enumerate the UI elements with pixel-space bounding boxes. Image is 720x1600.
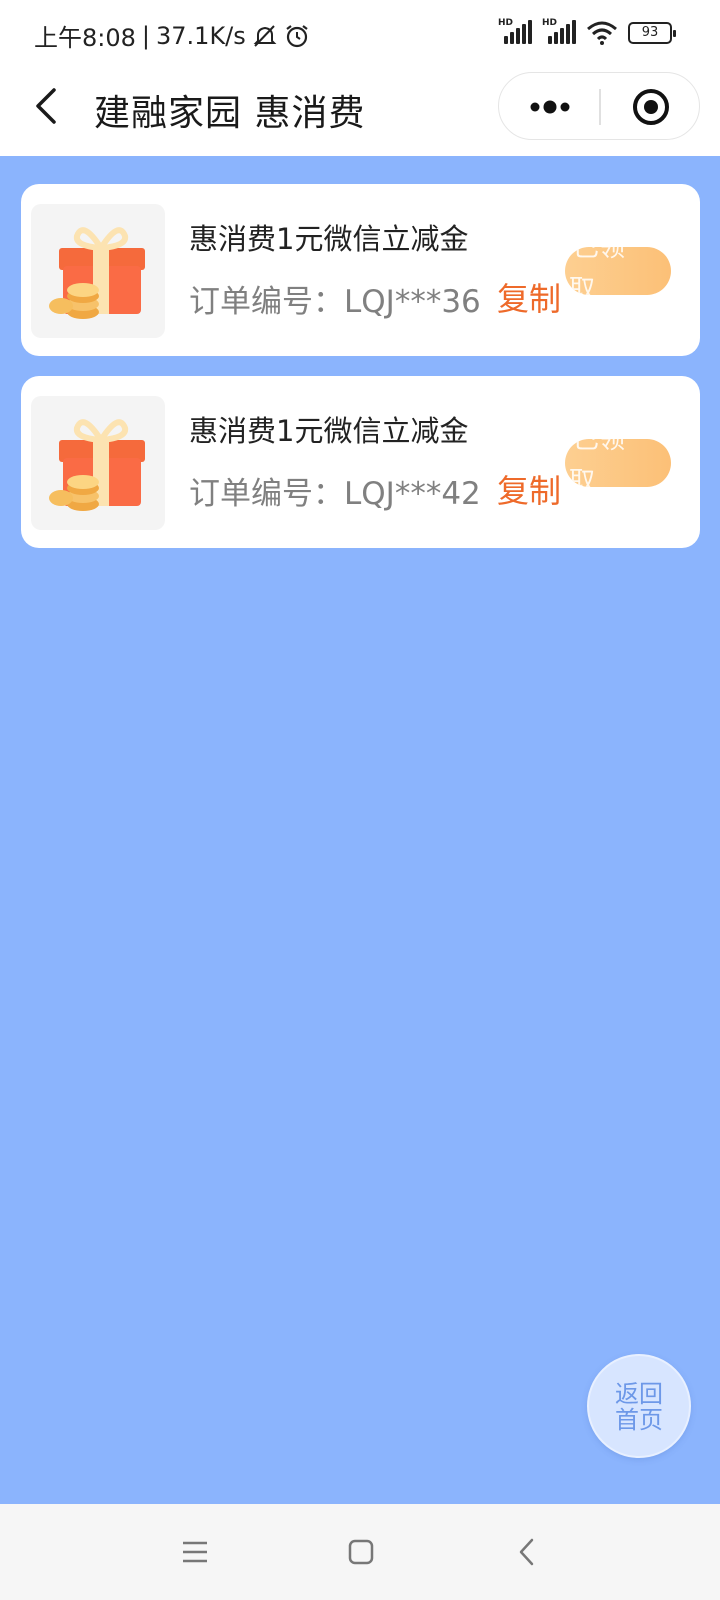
status-time: 上午8:08 (34, 24, 136, 52)
claim-text-top: 已领 (573, 247, 626, 263)
order-number-line: 订单编号：LQJ***42 (189, 468, 481, 513)
order-card[interactable]: 惠消费1元微信立减金 订单编号：LQJ***36 复制 已领 取 (21, 184, 700, 356)
main-content: 惠消费1元微信立减金 订单编号：LQJ***36 复制 已领 取 惠消费1元微信… (0, 156, 720, 1504)
capsule-divider (599, 89, 601, 125)
status-net-speed: 37.1K/s (156, 21, 246, 50)
home-button-line1: 返回 (615, 1380, 663, 1408)
order-label: 订单编号： (189, 476, 344, 512)
nav-bar: 建融家园 惠消费 (0, 70, 720, 156)
order-label: 订单编号： (189, 284, 344, 320)
battery-icon: 93 (628, 22, 676, 44)
home-square-icon[interactable] (348, 1539, 374, 1565)
status-separator: | (141, 21, 150, 50)
back-arrow-icon[interactable] (30, 84, 70, 128)
system-nav-bar (0, 1504, 720, 1600)
gift-icon (49, 227, 145, 319)
copy-button[interactable]: 复制 (497, 466, 561, 512)
status-left: 上午8:08 | 37.1K/s (34, 18, 310, 53)
claim-text-top: 已领 (573, 439, 626, 455)
claim-text-bottom: 取 (569, 275, 596, 295)
back-nav-icon[interactable] (518, 1538, 536, 1566)
home-button-line2: 首页 (615, 1406, 663, 1434)
wifi-icon (587, 21, 617, 45)
back-to-home-button[interactable]: 返回 首页 (587, 1354, 691, 1458)
gift-thumbnail (31, 204, 165, 338)
order-number-line: 订单编号：LQJ***36 (189, 276, 481, 321)
alarm-icon (286, 24, 308, 47)
gift-thumbnail (31, 396, 165, 530)
order-number: LQJ***36 (344, 284, 481, 320)
copy-button[interactable]: 复制 (497, 274, 561, 320)
page-title: 建融家园 惠消费 (94, 93, 366, 134)
close-target-icon[interactable] (631, 87, 671, 127)
mute-bell-icon (253, 24, 277, 47)
more-icon[interactable] (527, 93, 573, 121)
status-bar: 上午8:08 | 37.1K/s HD HD 93 (0, 0, 720, 70)
signal-icon: HD (498, 18, 532, 46)
order-number: LQJ***42 (344, 476, 481, 512)
card-title: 惠消费1元微信立减金 (189, 414, 469, 448)
claimed-button[interactable]: 已领 取 (565, 439, 671, 487)
gift-icon (49, 419, 145, 511)
order-card[interactable]: 惠消费1元微信立减金 订单编号：LQJ***42 复制 已领 取 (21, 376, 700, 548)
card-title: 惠消费1元微信立减金 (189, 222, 469, 256)
claim-text-bottom: 取 (569, 467, 596, 487)
status-right: HD HD 93 (498, 18, 676, 46)
claimed-button[interactable]: 已领 取 (565, 247, 671, 295)
menu-icon[interactable] (182, 1540, 208, 1564)
signal-icon: HD (542, 18, 576, 46)
mini-program-capsule (498, 72, 700, 140)
